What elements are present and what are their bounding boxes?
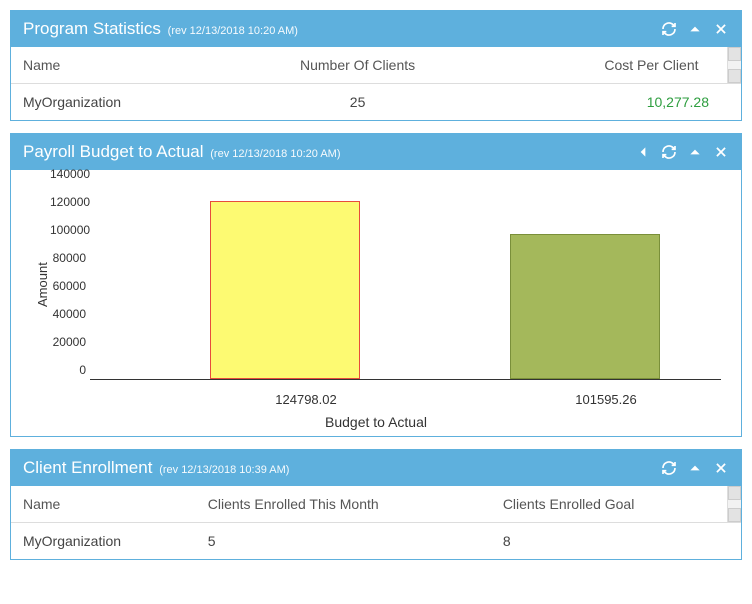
col-name: Name	[11, 486, 196, 523]
panel-icons	[661, 21, 729, 37]
revision-text: (rev 12/13/2018 10:20 AM)	[210, 148, 340, 160]
collapse-icon[interactable]	[687, 460, 703, 476]
xtick: 124798.02	[275, 392, 336, 407]
cell-name: MyOrganization	[11, 523, 196, 560]
ytick: 100000	[50, 223, 86, 237]
cell-goal: 8	[491, 523, 727, 560]
panel-title: Program Statistics (rev 12/13/2018 10:20…	[23, 19, 298, 39]
plot-area: 0 20000 40000 60000 80000 100000 120000 …	[50, 180, 721, 390]
revision-text: (rev 12/13/2018 10:39 AM)	[159, 464, 289, 476]
ytick: 20000	[50, 335, 86, 349]
col-cost: Cost Per Client	[483, 47, 727, 84]
table-row: MyOrganization 5 8	[11, 523, 741, 560]
panel-icons	[635, 144, 729, 160]
title-text: Client Enrollment	[23, 458, 152, 477]
close-icon[interactable]	[713, 460, 729, 476]
close-icon[interactable]	[713, 21, 729, 37]
panel-icons	[661, 460, 729, 476]
panel-title: Payroll Budget to Actual (rev 12/13/2018…	[23, 142, 341, 162]
chart: Amount 0 20000 40000 60000 80000 100000 …	[11, 170, 741, 436]
client-enrollment-panel: Client Enrollment (rev 12/13/2018 10:39 …	[10, 449, 742, 560]
cell-name: MyOrganization	[11, 84, 232, 121]
ytick: 120000	[50, 195, 86, 209]
refresh-icon[interactable]	[661, 21, 677, 37]
enroll-table: Name Clients Enrolled This Month Clients…	[11, 486, 741, 559]
cell-cost: 10,277.28	[483, 84, 727, 121]
col-month: Clients Enrolled This Month	[196, 486, 491, 523]
ytick: 140000	[50, 167, 86, 181]
panel-header: Program Statistics (rev 12/13/2018 10:20…	[11, 11, 741, 47]
col-name: Name	[11, 47, 232, 84]
x-axis-label: Budget to Actual	[31, 414, 721, 430]
bar-actual	[510, 234, 660, 379]
ytick: 60000	[50, 279, 86, 293]
title-text: Program Statistics	[23, 19, 161, 38]
collapse-icon[interactable]	[687, 21, 703, 37]
back-icon[interactable]	[635, 144, 651, 160]
program-statistics-panel: Program Statistics (rev 12/13/2018 10:20…	[10, 10, 742, 121]
y-axis-label: Amount	[31, 180, 50, 390]
collapse-icon[interactable]	[687, 144, 703, 160]
table-row: MyOrganization 25 10,277.28	[11, 84, 741, 121]
cell-clients: 25	[232, 84, 484, 121]
panel-header: Client Enrollment (rev 12/13/2018 10:39 …	[11, 450, 741, 486]
ytick: 80000	[50, 251, 86, 265]
refresh-icon[interactable]	[661, 460, 677, 476]
revision-text: (rev 12/13/2018 10:20 AM)	[168, 25, 298, 37]
ytick: 0	[50, 363, 86, 377]
col-clients: Number Of Clients	[232, 47, 484, 84]
payroll-budget-panel: Payroll Budget to Actual (rev 12/13/2018…	[10, 133, 742, 437]
bar-budget	[210, 201, 360, 379]
panel-title: Client Enrollment (rev 12/13/2018 10:39 …	[23, 458, 289, 478]
title-text: Payroll Budget to Actual	[23, 142, 204, 161]
refresh-icon[interactable]	[661, 144, 677, 160]
panel-header: Payroll Budget to Actual (rev 12/13/2018…	[11, 134, 741, 170]
cell-month: 5	[196, 523, 491, 560]
xtick: 101595.26	[575, 392, 636, 407]
col-goal: Clients Enrolled Goal	[491, 486, 727, 523]
ytick: 40000	[50, 307, 86, 321]
stats-table: Name Number Of Clients Cost Per Client M…	[11, 47, 741, 120]
close-icon[interactable]	[713, 144, 729, 160]
scrollbar[interactable]	[727, 486, 741, 523]
scrollbar[interactable]	[727, 47, 741, 84]
